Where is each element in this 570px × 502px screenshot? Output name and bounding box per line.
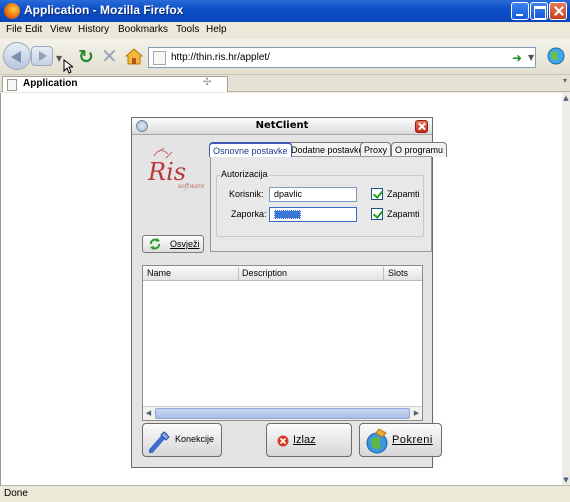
scroll-right-icon[interactable]: ▶ <box>411 407 422 420</box>
username-label: Korisnik: <box>229 189 264 199</box>
remember-user-label: Zapamti <box>387 189 420 199</box>
addon-globe-icon[interactable] <box>546 46 566 66</box>
remember-pass-checkbox[interactable] <box>371 208 383 220</box>
refresh-button[interactable]: Osvježi <box>142 235 204 253</box>
password-field[interactable] <box>269 207 357 222</box>
launch-label: Pokreni <box>392 434 433 446</box>
scroll-down-icon[interactable]: ▼ <box>562 475 570 485</box>
column-slots[interactable]: Slots <box>388 268 408 278</box>
auth-legend: Autorizacija <box>220 169 269 179</box>
home-icon[interactable] <box>125 48 143 65</box>
stop-icon[interactable]: ✕ <box>101 46 118 66</box>
tab-label: Application <box>23 78 78 89</box>
mouse-cursor-icon <box>63 59 73 74</box>
ris-logo: Ris software <box>147 147 205 190</box>
menu-bookmarks[interactable]: Bookmarks <box>118 24 168 35</box>
username-field[interactable]: dpavlic <box>269 187 357 202</box>
tab-drag-handle-icon: ✣ <box>203 77 212 88</box>
tab-o-programu[interactable]: O programu <box>391 142 448 157</box>
reload-icon[interactable]: ↻ <box>78 48 94 67</box>
url-text[interactable]: http://thin.ris.hr/applet/ <box>171 52 270 63</box>
column-description[interactable]: Description <box>242 268 287 278</box>
page-favicon-icon <box>153 51 166 65</box>
auth-group <box>216 175 424 237</box>
history-dropdown-icon[interactable]: ▼ <box>56 54 62 63</box>
url-bar[interactable]: http://thin.ris.hr/applet/ <box>148 47 536 68</box>
search-dropdown-icon[interactable]: ▼ <box>528 53 534 62</box>
status-bar: Done <box>0 485 570 502</box>
tab-scroll-icon[interactable]: ▾ <box>563 76 567 85</box>
exit-label: Izlaz <box>293 434 316 446</box>
table-horizontal-scrollbar[interactable]: ◀ ▶ <box>143 406 422 420</box>
netclient-applet: NetClient Osnovne postavke Dodatne posta… <box>131 117 448 468</box>
launch-globe-icon <box>366 428 388 454</box>
menu-bar: File Edit View History Bookmarks Tools H… <box>0 22 570 39</box>
column-name[interactable]: Name <box>147 268 171 278</box>
connections-button[interactable]: Konekcije <box>142 423 222 457</box>
applet-close-button[interactable] <box>415 120 428 133</box>
exit-icon <box>277 435 289 447</box>
window-title: Application - Mozilla Firefox <box>24 3 184 17</box>
maximize-button[interactable] <box>530 2 548 20</box>
menu-view[interactable]: View <box>50 24 72 35</box>
menu-help[interactable]: Help <box>206 24 227 35</box>
server-table: Name Description Slots ◀ ▶ <box>142 265 423 421</box>
tab-page-icon <box>7 79 17 91</box>
minimize-button[interactable] <box>511 2 529 20</box>
forward-button[interactable] <box>31 46 53 66</box>
table-header: Name Description Slots <box>143 266 422 281</box>
tab-dodatne-postavke[interactable]: Dodatne postavke <box>287 142 368 157</box>
back-button[interactable] <box>3 42 31 70</box>
exit-button[interactable]: Izlaz <box>266 423 352 457</box>
refresh-icon <box>150 238 160 250</box>
firefox-logo-icon <box>4 3 20 19</box>
refresh-label: Osvježi <box>170 239 200 249</box>
navigation-toolbar: ▼ ↻ ✕ http://thin.ris.hr/applet/ ➜ ▼ <box>0 39 570 75</box>
menu-history[interactable]: History <box>78 24 109 35</box>
column-divider[interactable] <box>238 267 239 280</box>
close-window-button[interactable] <box>549 2 567 20</box>
cable-plug-icon <box>149 431 170 453</box>
go-arrow-icon[interactable]: ➜ <box>512 51 522 65</box>
remember-user-checkbox[interactable] <box>371 188 383 200</box>
tab-bar: Application ✣ ▾ <box>0 75 570 92</box>
tab-osnovne-postavke[interactable]: Osnovne postavke <box>209 142 292 157</box>
connections-label: Konekcije <box>175 434 215 444</box>
password-label: Zaporka: <box>231 209 267 219</box>
menu-tools[interactable]: Tools <box>176 24 199 35</box>
menu-file[interactable]: File <box>6 24 22 35</box>
password-mask <box>274 210 301 219</box>
applet-titlebar: NetClient <box>132 118 432 135</box>
scroll-up-icon[interactable]: ▲ <box>562 93 570 103</box>
logo-text: Ris <box>147 158 186 186</box>
tab-application[interactable]: Application ✣ <box>2 76 228 92</box>
page-scrollbar[interactable]: ▲ ▼ <box>562 93 570 485</box>
menu-edit[interactable]: Edit <box>25 24 42 35</box>
logo-subtext: software <box>178 183 205 190</box>
remember-pass-label: Zapamti <box>387 209 420 219</box>
launch-button[interactable]: Pokreni <box>359 423 442 457</box>
tab-proxy[interactable]: Proxy <box>360 142 392 157</box>
scroll-left-icon[interactable]: ◀ <box>143 407 154 420</box>
applet-title: NetClient <box>255 120 309 131</box>
window-titlebar: Application - Mozilla Firefox <box>0 0 570 22</box>
column-divider[interactable] <box>383 267 384 280</box>
scrollbar-thumb[interactable] <box>155 408 410 419</box>
status-text: Done <box>4 488 28 499</box>
